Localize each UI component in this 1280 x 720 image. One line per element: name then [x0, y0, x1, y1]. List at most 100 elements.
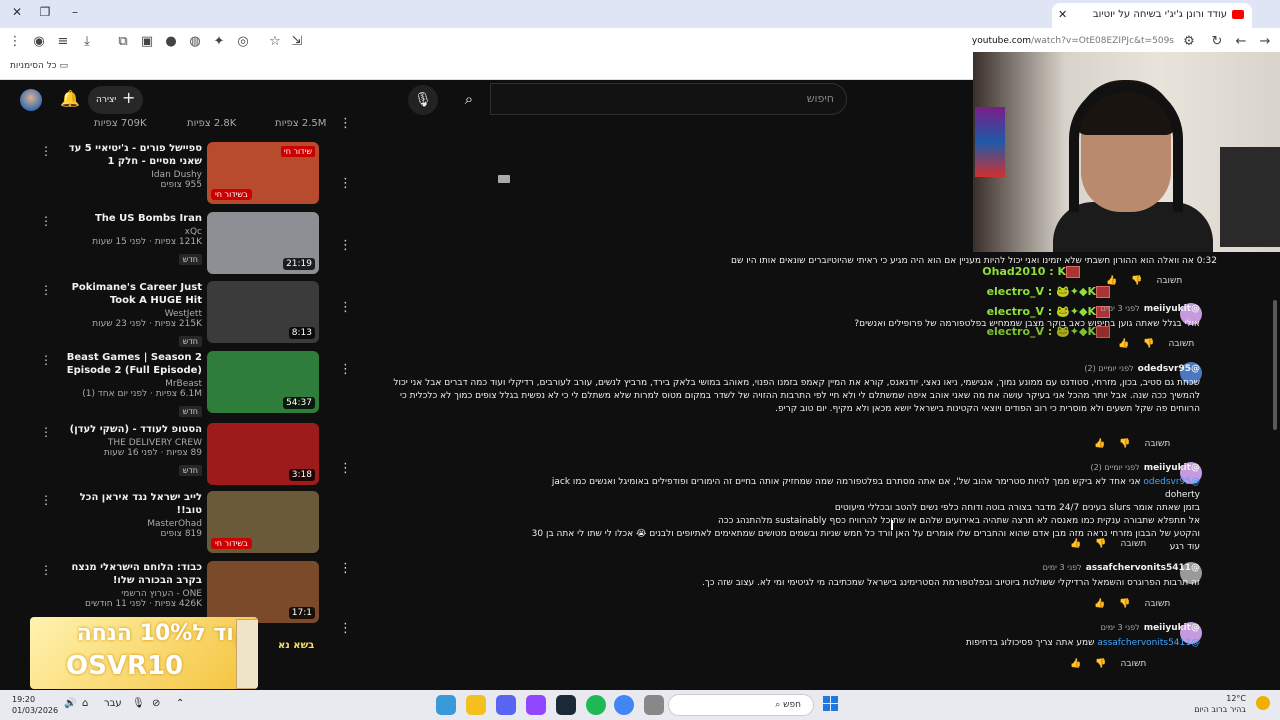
reply-button[interactable]: תשובה: [1120, 539, 1146, 549]
comment-author[interactable]: @meiiyukit: [1144, 463, 1200, 473]
channel-name[interactable]: THE DELIVERY CREW: [60, 438, 202, 448]
twitch-icon[interactable]: [526, 695, 546, 715]
all-bookmarks-button[interactable]: ▭ כל הסימניות: [10, 61, 68, 71]
video-title[interactable]: Pokimane's Career Just Took A HUGE Hit: [60, 281, 202, 307]
like-icon[interactable]: 👍: [1118, 339, 1129, 349]
channel-name[interactable]: Idan Dushy: [60, 170, 202, 180]
comment-author[interactable]: @odedsvr95: [1138, 364, 1200, 374]
active-tab[interactable]: עודד ורונן ג'יג'י בשיחה על יוטיוב ✕: [1052, 3, 1252, 28]
taskbar-search[interactable]: חפש ⌕: [668, 694, 814, 716]
like-icon[interactable]: 👍: [1094, 599, 1105, 609]
more-actions-icon[interactable]: ⋮: [339, 238, 352, 253]
more-actions-icon[interactable]: ⋮: [339, 561, 352, 576]
comment-author[interactable]: @meiiyukit: [1144, 304, 1200, 314]
video-thumbnail[interactable]: 8:13: [207, 281, 319, 343]
video-title[interactable]: ספיישל פורים - ג'יטיאיי 5 עד שאני מסיים …: [60, 142, 202, 168]
channel-name[interactable]: WestJett: [60, 309, 202, 319]
extension-icon[interactable]: ✦: [210, 34, 228, 49]
address-bar[interactable]: youtube.com/watch?v=OtE08EZIPJc&t=509s: [972, 36, 1174, 46]
recommended-video[interactable]: ⋮ Pokimane's Career Just Took A HUGE Hit W…: [40, 281, 320, 347]
more-actions-icon[interactable]: ⋮: [339, 176, 352, 191]
clock[interactable]: 19:20 01/03/2026: [12, 694, 58, 716]
dislike-icon[interactable]: 👎: [1095, 539, 1106, 549]
channel-name[interactable]: ONE - הערוץ הרשמי: [60, 589, 202, 599]
recommended-video[interactable]: ⋮ כבוד: הלוחם הישראלי מנצח בקרב הבכורה של…: [40, 561, 320, 625]
mention-link[interactable]: @assafchervonits5411: [1097, 638, 1200, 648]
video-thumbnail[interactable]: 54:37: [207, 351, 319, 413]
comment-author[interactable]: @assafchervonits5411: [1086, 563, 1200, 573]
more-actions-icon[interactable]: ⋮: [339, 300, 352, 315]
download-icon[interactable]: ⤓: [78, 34, 96, 49]
recommended-video[interactable]: ⋮ Beast Games | Season 2 Episode 2 (Full …: [40, 351, 320, 417]
network-icon[interactable]: ⌂: [82, 698, 88, 709]
mic-muted-icon[interactable]: ⊘: [152, 698, 160, 709]
spotify-icon[interactable]: [586, 695, 606, 715]
mention-link[interactable]: @odedsvr95: [1143, 477, 1200, 487]
extensions-icon[interactable]: ⧉: [114, 34, 132, 49]
video-title[interactable]: The US Bombs Iran: [60, 212, 202, 225]
video-thumbnail[interactable]: בשידור חי: [207, 491, 319, 553]
like-icon[interactable]: 👍: [1106, 276, 1117, 286]
more-options-icon[interactable]: ⋮: [40, 563, 52, 577]
more-actions-icon[interactable]: ⋮: [339, 362, 352, 377]
more-options-icon[interactable]: ⋮: [40, 283, 52, 297]
reply-button[interactable]: תשובה: [1144, 599, 1170, 609]
reply-button[interactable]: תשובה: [1168, 339, 1194, 349]
language-indicator[interactable]: עבר: [104, 698, 122, 709]
dislike-icon[interactable]: 👎: [1095, 659, 1106, 669]
recommended-video[interactable]: ⋮ הסטופ לעודד - (השקי לעדן) THE DELIVERY C…: [40, 423, 320, 487]
dislike-icon[interactable]: 👎: [1119, 439, 1130, 449]
keyboard-icon[interactable]: [498, 175, 510, 183]
steam-icon[interactable]: [556, 695, 576, 715]
bookmark-star-icon[interactable]: ☆: [266, 34, 284, 49]
video-title[interactable]: הסטופ לעודד - (השקי לעדן): [60, 423, 202, 436]
extension-icon[interactable]: ◎: [234, 34, 252, 49]
like-icon[interactable]: 👍: [1070, 539, 1081, 549]
more-actions-icon[interactable]: ⋮: [339, 116, 352, 131]
profile-icon[interactable]: ◉: [30, 34, 48, 49]
taskbar-app-icon[interactable]: [466, 695, 486, 715]
taskbar-app-icon[interactable]: [436, 695, 456, 715]
recommended-video[interactable]: ⋮ ספיישל פורים - ג'יטיאיי 5 עד שאני מסיים…: [40, 142, 320, 206]
close-window-icon[interactable]: ✕: [6, 5, 28, 19]
back-icon[interactable]: →: [1256, 34, 1274, 49]
video-title[interactable]: Beast Games | Season 2 Episode 2 (Full E…: [60, 351, 202, 377]
channel-name[interactable]: MrBeast: [60, 379, 202, 389]
speaker-icon[interactable]: 🔊: [64, 698, 76, 709]
more-options-icon[interactable]: ⋮: [40, 214, 52, 228]
file-explorer-icon[interactable]: [644, 695, 664, 715]
scrollbar[interactable]: [1273, 300, 1277, 430]
more-options-icon[interactable]: ⋮: [40, 493, 52, 507]
chrome-icon[interactable]: [614, 695, 634, 715]
forward-icon[interactable]: ←: [1232, 34, 1250, 49]
share-icon[interactable]: ⇲: [288, 34, 306, 49]
comment-author[interactable]: @meiiyukit: [1144, 623, 1200, 633]
site-settings-icon[interactable]: ⚙: [1180, 34, 1198, 49]
search-input[interactable]: חיפוש: [490, 83, 847, 115]
recommended-video[interactable]: ⋮ The US Bombs Iran xQc 121K צפיות · לפני 1…: [40, 212, 320, 276]
reply-button[interactable]: תשובה: [1144, 439, 1170, 449]
more-options-icon[interactable]: ⋮: [40, 425, 52, 439]
channel-name[interactable]: MasterOhad: [60, 519, 202, 529]
avatar[interactable]: [20, 89, 42, 111]
extension-icon[interactable]: ▣: [138, 34, 156, 49]
weather-widget[interactable]: 12°C בהיר ברוב היום: [1194, 693, 1246, 715]
maximize-window-icon[interactable]: ❐: [34, 5, 56, 19]
dislike-icon[interactable]: 👎: [1131, 276, 1142, 286]
extension-icon[interactable]: ◍: [186, 34, 204, 49]
video-thumbnail[interactable]: שידור חי בשידור חי: [207, 142, 319, 204]
channel-name[interactable]: xQc: [60, 227, 202, 237]
dislike-icon[interactable]: 👎: [1119, 599, 1130, 609]
more-actions-icon[interactable]: ⋮: [339, 461, 352, 476]
voice-search-mic-icon[interactable]: 🎙: [408, 85, 438, 115]
reload-icon[interactable]: ↻: [1208, 34, 1226, 49]
minimize-window-icon[interactable]: –: [64, 5, 86, 19]
dislike-icon[interactable]: 👎: [1143, 339, 1154, 349]
reply-button[interactable]: תשובה: [1156, 276, 1182, 286]
more-options-icon[interactable]: ⋮: [40, 144, 52, 158]
more-options-icon[interactable]: ⋮: [40, 353, 52, 367]
video-thumbnail[interactable]: 21:19: [207, 212, 319, 274]
notifications-bell-icon[interactable]: 🔔: [60, 89, 80, 108]
chevron-up-icon[interactable]: ⌃: [176, 698, 184, 709]
tab-close-icon[interactable]: ✕: [1058, 8, 1067, 21]
